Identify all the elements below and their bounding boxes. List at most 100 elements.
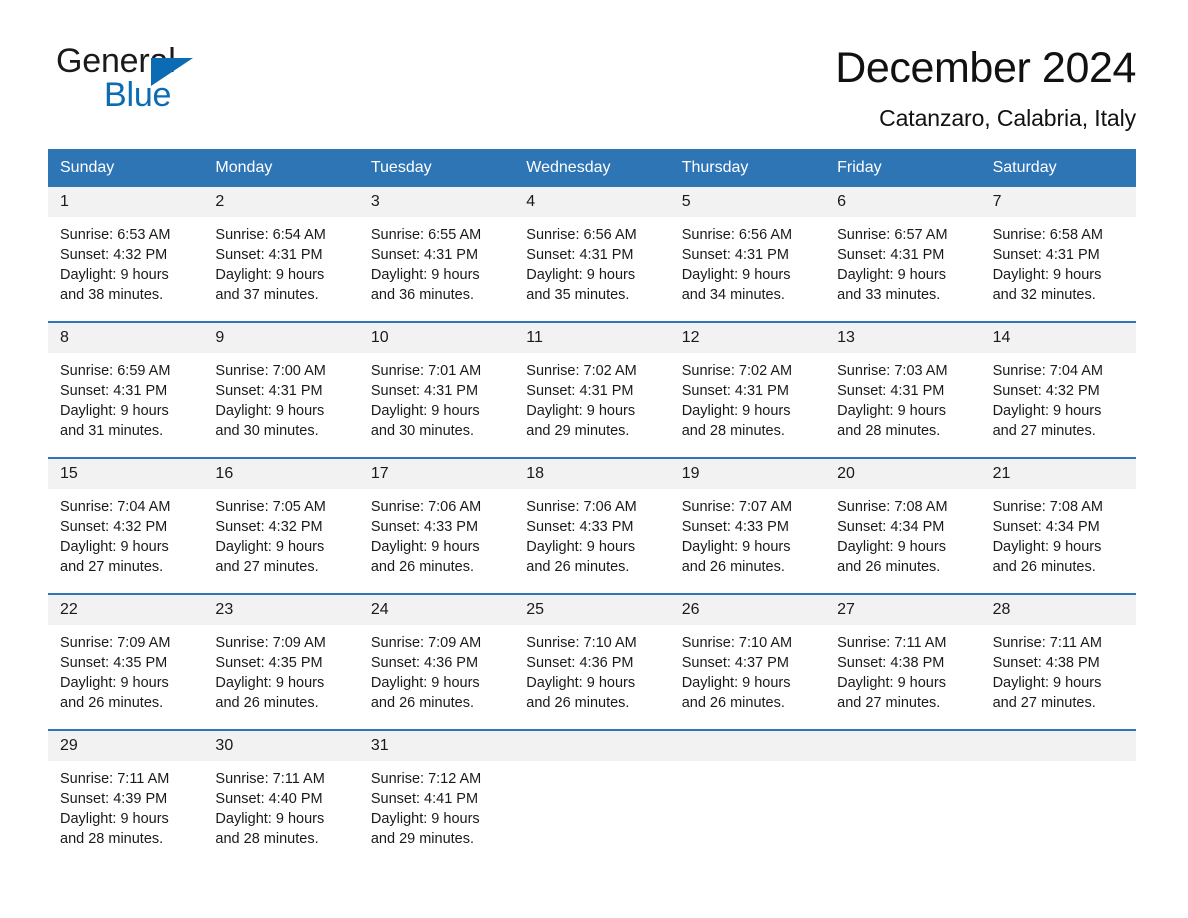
daylight-line1-text: Daylight: 9 hours	[215, 538, 325, 555]
daylight-line1-text: Daylight: 9 hours	[837, 266, 946, 283]
day-details: Sunrise: 7:09 AM Sunset: 4:36 PM Daylight:…	[359, 625, 514, 713]
calendar-day-cell[interactable]: 11 Sunrise: 7:02 AM Sunset: 4:31 PM Dayligh…	[514, 323, 670, 458]
calendar-day-cell[interactable]: 28 Sunrise: 7:11 AM Sunset: 4:38 PM Dayligh…	[980, 595, 1136, 730]
calendar-day-cell[interactable]: 17 Sunrise: 7:06 AM Sunset: 4:33 PM Dayligh…	[358, 459, 515, 594]
calendar-day-cell[interactable]: 30 Sunrise: 7:11 AM Sunset: 4:40 PM Dayligh…	[203, 731, 359, 866]
daylight-line1-text: Daylight: 9 hours	[60, 674, 169, 691]
daylight-line1-text: Daylight: 9 hours	[60, 266, 169, 283]
calendar-day-cell[interactable]: 29 Sunrise: 7:11 AM Sunset: 4:39 PM Dayligh…	[48, 731, 204, 866]
daylight-line2-text: and 26 minutes.	[837, 558, 941, 575]
calendar-day-cell[interactable]: 18 Sunrise: 7:06 AM Sunset: 4:33 PM Dayligh…	[514, 459, 670, 594]
sunrise-text: Sunrise: 7:11 AM	[60, 770, 170, 787]
sunset-text: Sunset: 4:31 PM	[837, 246, 945, 263]
day-details: Sunrise: 7:04 AM Sunset: 4:32 PM Daylight:…	[981, 353, 1136, 441]
daylight-line1-text: Daylight: 9 hours	[837, 538, 946, 555]
day-details: Sunrise: 7:06 AM Sunset: 4:33 PM Daylight:…	[514, 489, 669, 577]
day-number: 15	[48, 459, 204, 489]
sunrise-text: Sunrise: 7:04 AM	[60, 498, 171, 515]
day-details: Sunrise: 7:03 AM Sunset: 4:31 PM Daylight:…	[825, 353, 980, 441]
daylight-line1-text: Daylight: 9 hours	[370, 538, 480, 555]
day-number: 6	[825, 187, 981, 217]
sunrise-text: Sunrise: 7:03 AM	[837, 362, 948, 379]
daylight-line1-text: Daylight: 9 hours	[60, 538, 169, 555]
day-details: Sunrise: 7:11 AM Sunset: 4:40 PM Daylight:…	[203, 761, 358, 849]
calendar-day-cell[interactable]: 10 Sunrise: 7:01 AM Sunset: 4:31 PM Dayligh…	[358, 323, 515, 458]
calendar-day-cell[interactable]: 4 Sunrise: 6:56 AM Sunset: 4:31 PM Daylight…	[514, 187, 670, 322]
calendar-day-cell[interactable]: 14 Sunrise: 7:04 AM Sunset: 4:32 PM Dayligh…	[980, 323, 1136, 458]
day-details: Sunrise: 6:53 AM Sunset: 4:32 PM Daylight:…	[48, 217, 203, 305]
calendar-week-row: 1 Sunrise: 6:53 AM Sunset: 4:32 PM Daylight…	[48, 187, 1136, 322]
sunrise-text: Sunrise: 7:11 AM	[215, 770, 325, 787]
calendar-day-cell[interactable]: 2 Sunrise: 6:54 AM Sunset: 4:31 PM Daylight…	[203, 187, 359, 322]
general-blue-logo[interactable]: General Blue	[56, 44, 206, 116]
calendar-day-cell[interactable]: 13 Sunrise: 7:03 AM Sunset: 4:31 PM Dayligh…	[825, 323, 981, 458]
day-number: 17	[358, 459, 515, 489]
sunrise-text: Sunrise: 7:02 AM	[526, 362, 637, 379]
sunset-text: Sunset: 4:39 PM	[60, 790, 168, 807]
sunset-text: Sunset: 4:36 PM	[370, 654, 479, 671]
calendar-day-cell[interactable]: 19 Sunrise: 7:07 AM Sunset: 4:33 PM Dayligh…	[669, 459, 826, 594]
day-details: Sunrise: 7:04 AM Sunset: 4:32 PM Daylight:…	[48, 489, 203, 577]
calendar-day-cell[interactable]: 5 Sunrise: 6:56 AM Sunset: 4:31 PM Daylight…	[669, 187, 826, 322]
sunset-text: Sunset: 4:33 PM	[681, 518, 789, 535]
day-number	[669, 731, 826, 761]
day-details: Sunrise: 6:57 AM Sunset: 4:31 PM Daylight:…	[825, 217, 980, 305]
calendar-day-cell[interactable]: 8 Sunrise: 6:59 AM Sunset: 4:31 PM Daylight…	[48, 323, 204, 458]
daylight-line2-text: and 33 minutes.	[837, 286, 941, 303]
sunset-text: Sunset: 4:36 PM	[526, 654, 634, 671]
sunrise-text: Sunrise: 6:59 AM	[60, 362, 171, 379]
day-details: Sunrise: 7:09 AM Sunset: 4:35 PM Daylight:…	[48, 625, 203, 713]
daylight-line1-text: Daylight: 9 hours	[681, 402, 791, 419]
calendar-day-cell[interactable]: 16 Sunrise: 7:05 AM Sunset: 4:32 PM Dayligh…	[203, 459, 359, 594]
page-header: General Blue December 2024 Catanzaro, Ca…	[0, 0, 1188, 132]
calendar-day-cell[interactable]: 3 Sunrise: 6:55 AM Sunset: 4:31 PM Daylight…	[358, 187, 515, 322]
sunset-text: Sunset: 4:31 PM	[215, 382, 323, 399]
calendar-day-cell[interactable]: 25 Sunrise: 7:10 AM Sunset: 4:36 PM Dayligh…	[514, 595, 670, 730]
sunrise-text: Sunrise: 6:55 AM	[370, 226, 482, 243]
sunrise-text: Sunrise: 7:08 AM	[837, 498, 948, 515]
day-number: 30	[203, 731, 359, 761]
day-details: Sunrise: 7:02 AM Sunset: 4:31 PM Daylight:…	[670, 353, 825, 441]
calendar-day-cell[interactable]: 20 Sunrise: 7:08 AM Sunset: 4:34 PM Dayligh…	[825, 459, 981, 594]
calendar-day-cell[interactable]: 12 Sunrise: 7:02 AM Sunset: 4:31 PM Dayligh…	[669, 323, 826, 458]
day-number: 21	[980, 459, 1136, 489]
calendar-day-cell[interactable]: 21 Sunrise: 7:08 AM Sunset: 4:34 PM Dayligh…	[980, 459, 1136, 594]
daylight-line1-text: Daylight: 9 hours	[526, 538, 636, 555]
calendar-day-cell[interactable]: 23 Sunrise: 7:09 AM Sunset: 4:35 PM Dayligh…	[203, 595, 359, 730]
sunrise-text: Sunrise: 7:06 AM	[526, 498, 637, 515]
sunrise-text: Sunrise: 6:56 AM	[681, 226, 793, 243]
calendar-day-cell[interactable]: 1 Sunrise: 6:53 AM Sunset: 4:32 PM Daylight…	[48, 187, 204, 322]
calendar-day-cell[interactable]: 6 Sunrise: 6:57 AM Sunset: 4:31 PM Daylight…	[825, 187, 981, 322]
calendar-page: General Blue December 2024 Catanzaro, Ca…	[0, 0, 1188, 918]
day-details: Sunrise: 7:07 AM Sunset: 4:33 PM Daylight:…	[670, 489, 825, 577]
sunrise-text: Sunrise: 7:09 AM	[215, 634, 326, 651]
sunset-text: Sunset: 4:31 PM	[681, 382, 789, 399]
calendar-day-cell[interactable]: 31 Sunrise: 7:12 AM Sunset: 4:41 PM Dayligh…	[358, 731, 515, 866]
day-number: 18	[514, 459, 670, 489]
calendar-day-cell[interactable]: 22 Sunrise: 7:09 AM Sunset: 4:35 PM Dayligh…	[48, 595, 204, 730]
calendar-day-cell[interactable]: 9 Sunrise: 7:00 AM Sunset: 4:31 PM Daylight…	[203, 323, 359, 458]
day-number: 14	[980, 323, 1136, 353]
daylight-line1-text: Daylight: 9 hours	[992, 674, 1102, 691]
sunrise-text: Sunrise: 7:11 AM	[992, 634, 1102, 651]
calendar-day-cell[interactable]: 15 Sunrise: 7:04 AM Sunset: 4:32 PM Dayligh…	[48, 459, 204, 594]
sunrise-text: Sunrise: 7:09 AM	[60, 634, 171, 651]
day-details: Sunrise: 7:11 AM Sunset: 4:39 PM Daylight:…	[48, 761, 203, 849]
sunrise-text: Sunrise: 7:12 AM	[370, 770, 482, 787]
sunrise-text: Sunrise: 7:02 AM	[681, 362, 793, 379]
calendar-day-cell[interactable]: 24 Sunrise: 7:09 AM Sunset: 4:36 PM Dayligh…	[358, 595, 515, 730]
sunset-text: Sunset: 4:31 PM	[215, 246, 323, 263]
calendar-day-cell[interactable]: 26 Sunrise: 7:10 AM Sunset: 4:37 PM Dayligh…	[669, 595, 826, 730]
sunset-text: Sunset: 4:38 PM	[837, 654, 945, 671]
calendar-week-row: 29 Sunrise: 7:11 AM Sunset: 4:39 PM Dayligh…	[48, 729, 1136, 866]
daylight-line1-text: Daylight: 9 hours	[681, 266, 791, 283]
day-number: 25	[514, 595, 670, 625]
day-number: 10	[358, 323, 515, 353]
calendar-day-cell[interactable]: 7 Sunrise: 6:58 AM Sunset: 4:31 PM Daylight…	[980, 187, 1136, 322]
calendar-day-cell[interactable]: 27 Sunrise: 7:11 AM Sunset: 4:38 PM Dayligh…	[825, 595, 981, 730]
daylight-line2-text: and 32 minutes.	[992, 286, 1096, 303]
day-details: Sunrise: 7:10 AM Sunset: 4:37 PM Daylight:…	[670, 625, 825, 713]
weekday-header-saturday: Saturday	[992, 159, 1057, 177]
daylight-line1-text: Daylight: 9 hours	[992, 266, 1102, 283]
logo-text-blue: Blue	[104, 76, 172, 114]
